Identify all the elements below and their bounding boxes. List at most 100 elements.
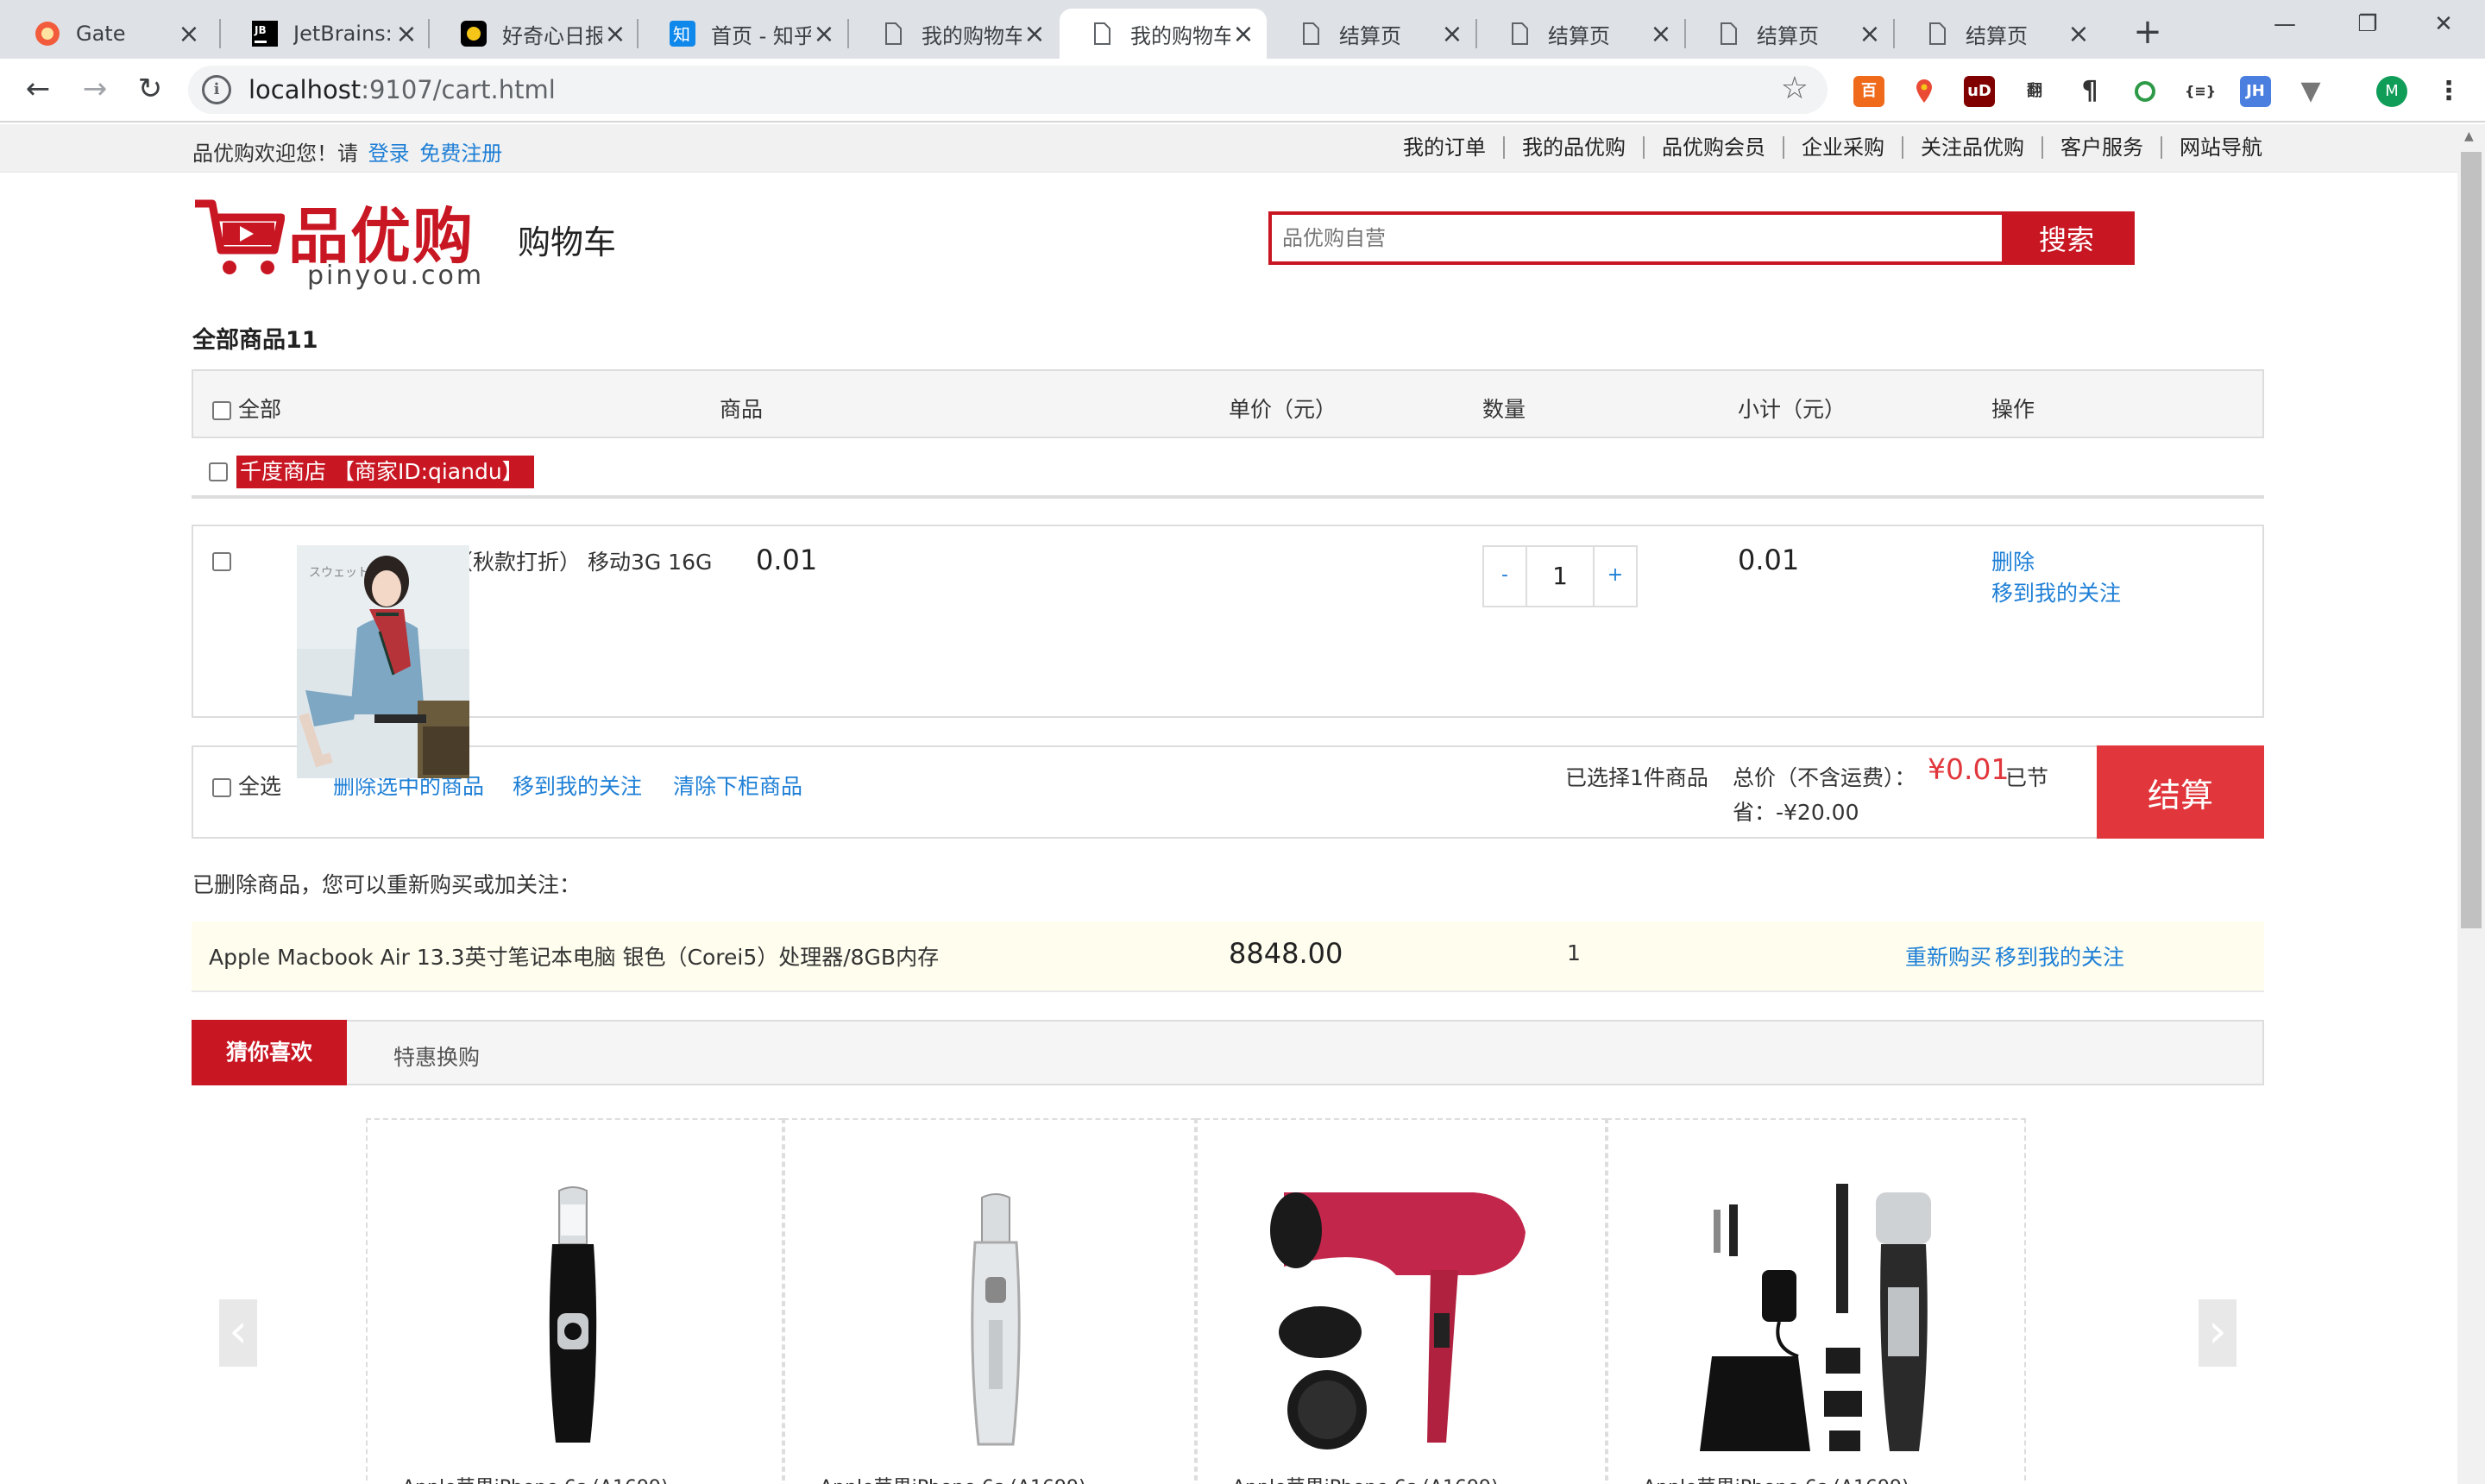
tab-guess-you-like[interactable]: 猜你喜欢	[192, 1020, 347, 1085]
close-window-icon[interactable]: ✕	[2402, 0, 2485, 52]
close-tab-icon[interactable]: ×	[393, 19, 419, 49]
checkout-button[interactable]: 结算	[2097, 745, 2264, 839]
register-link[interactable]: 免费注册	[419, 141, 502, 166]
browser-tab-strip: Gate × JB JetBrains: × 好奇心日报 × 知 首页 - 知乎…	[0, 0, 2485, 59]
avatar[interactable]: M	[2376, 76, 2407, 107]
extension-icon[interactable]: 百	[1853, 76, 1884, 107]
browser-tab-active[interactable]: 我的购物车 ×	[1060, 9, 1267, 59]
ublock-icon[interactable]: uD	[1964, 76, 1995, 107]
recommend-product-name[interactable]: Apple苹果iPhone 6s (A1699)	[1643, 1472, 1909, 1484]
select-all-header: 全部	[212, 393, 281, 424]
close-tab-icon[interactable]: ×	[602, 19, 628, 49]
quantity-input[interactable]: 1	[1526, 547, 1595, 606]
extension-icon[interactable]: JH	[2240, 76, 2271, 107]
quantity-increase-button[interactable]: +	[1595, 547, 1636, 606]
reload-icon[interactable]: ↻	[128, 67, 173, 112]
clear-offshelf-link[interactable]: 清除下柜商品	[673, 770, 802, 801]
carousel-prev-button[interactable]: ‹	[219, 1299, 257, 1367]
recommend-card[interactable]: Apple苹果iPhone 6s (A1699)	[1607, 1118, 2026, 1484]
nav-my-pinyougou[interactable]: 我的品优购	[1505, 136, 1645, 159]
browser-tab[interactable]: 好奇心日报 ×	[431, 9, 639, 59]
close-tab-icon[interactable]: ×	[2066, 19, 2092, 49]
select-all-checkbox[interactable]	[212, 401, 231, 420]
nav-enterprise[interactable]: 企业采购	[1784, 136, 1903, 159]
product-image[interactable]: スウェット	[297, 545, 469, 778]
column-operations: 操作	[1991, 397, 2035, 422]
scrollbar-thumb[interactable]	[2461, 152, 2482, 928]
search-input[interactable]	[1272, 215, 2002, 261]
close-tab-icon[interactable]: ×	[1230, 19, 1256, 49]
footer-select-all-checkbox[interactable]	[212, 778, 231, 797]
shop-checkbox[interactable]	[209, 462, 228, 481]
location-pin-icon[interactable]	[1909, 76, 1940, 107]
menu-icon[interactable]: ⋮	[2433, 76, 2464, 107]
deleted-move-to-favorites-link[interactable]: 移到我的关注	[1995, 940, 2124, 972]
nav-my-orders[interactable]: 我的订单	[1386, 136, 1505, 159]
nav-member[interactable]: 品优购会员	[1645, 136, 1784, 159]
nav-follow[interactable]: 关注品优购	[1903, 136, 2043, 159]
back-icon[interactable]: ←	[16, 67, 60, 112]
tab-title: 结算页	[1339, 23, 1401, 48]
browser-tab[interactable]: 结算页 ×	[1477, 9, 1684, 59]
cart-summary-bar: 全选 删除选中的商品 移到我的关注 清除下柜商品 已选择1件商品 总价（不含运费…	[192, 745, 2264, 839]
vue-icon[interactable]: ▼	[2295, 76, 2326, 107]
rebuy-link[interactable]: 重新购买	[1905, 940, 1991, 972]
browser-tab[interactable]: 结算页 ×	[1268, 9, 1475, 59]
cart-table-header: 全部 商品 单价（元） 数量 小计（元） 操作	[192, 369, 2264, 438]
recommend-product-name[interactable]: Apple苹果iPhone 6s (A1699)	[1232, 1472, 1499, 1484]
welcome-text: 品优购欢迎您！请 登录 免费注册	[192, 141, 503, 166]
browser-tab[interactable]: Gate ×	[5, 9, 212, 59]
item-price: 0.01	[756, 544, 818, 576]
restore-icon[interactable]: ❐	[2326, 0, 2409, 52]
browser-tab[interactable]: 结算页 ×	[1686, 9, 1893, 59]
shop-name[interactable]: 千度商店 【商家ID:qiandu】	[236, 456, 534, 488]
close-tab-icon[interactable]: ×	[1439, 19, 1465, 49]
minimize-icon[interactable]: —	[2243, 0, 2326, 52]
nav-service[interactable]: 客户服务	[2043, 136, 2162, 159]
close-tab-icon[interactable]: ×	[176, 19, 202, 49]
search-button[interactable]: 搜索	[2002, 215, 2131, 261]
browser-tab[interactable]: 结算页 ×	[1895, 9, 2102, 59]
tab-title: Gate	[76, 22, 126, 46]
tab-title: 结算页	[1966, 23, 2028, 48]
address-bar[interactable]: i localhost:9107/cart.html ☆	[188, 66, 1828, 114]
close-tab-icon[interactable]: ×	[1648, 19, 1674, 49]
close-tab-icon[interactable]: ×	[811, 19, 837, 49]
recommend-product-name[interactable]: Apple苹果iPhone 6s (A1699)	[820, 1472, 1086, 1484]
page-scrollbar[interactable]: ▲	[2457, 124, 2485, 1484]
bookmark-star-icon[interactable]: ☆	[1781, 71, 1809, 106]
recommend-card[interactable]: Apple苹果iPhone 6s (A1699)	[366, 1118, 783, 1484]
browser-tab[interactable]: 我的购物车 ×	[851, 9, 1058, 59]
login-link[interactable]: 登录	[368, 141, 410, 166]
quantity-decrease-button[interactable]: -	[1484, 547, 1526, 606]
jetbrains-icon: JB	[252, 21, 278, 47]
info-icon[interactable]: i	[202, 75, 231, 104]
browser-tab[interactable]: 知 首页 - 知乎 ×	[640, 9, 847, 59]
move-selected-to-favorites-link[interactable]: 移到我的关注	[513, 770, 642, 801]
top-nav: 我的订单 我的品优购 品优购会员 企业采购 关注品优购 客户服务 网站导航	[1386, 136, 2262, 159]
extension-icon[interactable]: 翻	[2019, 76, 2050, 107]
close-tab-icon[interactable]: ×	[1857, 19, 1883, 49]
nav-sitemap[interactable]: 网站导航	[2162, 136, 2262, 159]
recommend-card[interactable]: Apple苹果iPhone 6s (A1699)	[1196, 1118, 1607, 1484]
carousel-next-button[interactable]: ›	[2199, 1299, 2236, 1367]
url-text: localhost:9107/cart.html	[248, 75, 556, 104]
json-icon[interactable]: {≡}	[2185, 76, 2216, 107]
move-to-favorites-link[interactable]: 移到我的关注	[1991, 576, 2121, 607]
tab-title: 好奇心日报	[502, 23, 602, 48]
scroll-up-icon[interactable]: ▲	[2464, 129, 2474, 143]
delete-item-link[interactable]: 删除	[1991, 545, 2035, 576]
close-tab-icon[interactable]: ×	[1022, 19, 1047, 49]
browser-tab[interactable]: JB JetBrains: ×	[223, 9, 430, 59]
item-checkbox[interactable]	[212, 552, 231, 571]
recommend-product-name[interactable]: Apple苹果iPhone 6s (A1699)	[402, 1472, 669, 1484]
forward-icon[interactable]: →	[72, 67, 117, 112]
shop-row: 千度商店 【商家ID:qiandu】	[192, 438, 2264, 499]
pilcrow-icon[interactable]: ¶	[2074, 76, 2105, 107]
new-tab-button[interactable]: +	[2123, 9, 2173, 59]
site-logo[interactable]: 品优购 pinyou.com	[192, 192, 502, 295]
tab-special-offers[interactable]: 特惠换购	[393, 1041, 480, 1072]
deleted-item-name[interactable]: Apple Macbook Air 13.3英寸笔记本电脑 银色（Corei5）…	[209, 940, 939, 972]
recommend-card[interactable]: Apple苹果iPhone 6s (A1699)	[783, 1118, 1196, 1484]
extension-icon[interactable]	[2130, 76, 2161, 107]
